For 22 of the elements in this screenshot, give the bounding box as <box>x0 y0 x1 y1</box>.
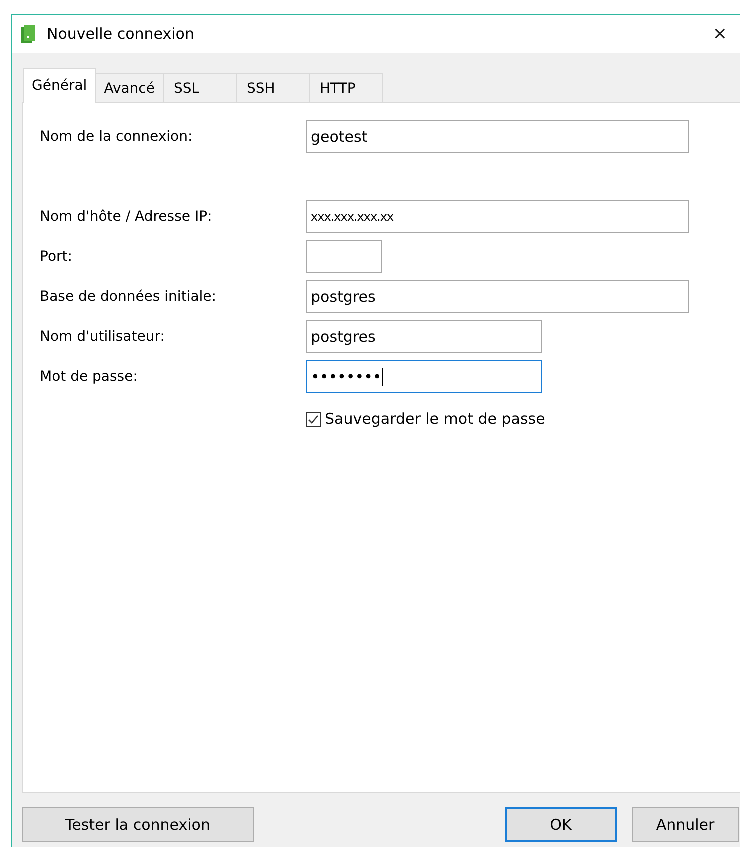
input-field[interactable] <box>306 240 382 273</box>
input-field[interactable]: geotest <box>306 120 689 153</box>
input-field[interactable]: postgres <box>306 280 689 313</box>
field-label: Port: <box>40 248 74 264</box>
input-field[interactable]: xxx.xxx.xxx.xx <box>306 200 689 233</box>
ok-button[interactable]: OK <box>505 807 617 842</box>
database-icon <box>21 25 35 43</box>
window-title: Nouvelle connexion <box>47 25 196 43</box>
tab[interactable]: HTTP <box>309 73 383 103</box>
field-label: Nom d'utilisateur: <box>40 328 166 344</box>
input-field[interactable]: postgres <box>306 320 542 353</box>
cancel-button[interactable]: Annuler <box>632 807 739 842</box>
test-connection-button[interactable]: Tester la connexion <box>22 807 254 842</box>
tab[interactable]: Général <box>23 68 96 103</box>
checkbox[interactable] <box>306 412 321 426</box>
field-label: Nom d'hôte / Adresse IP: <box>40 208 214 224</box>
close-button[interactable]: ✕ <box>703 24 737 44</box>
field-label: Base de données initiale: <box>40 288 218 304</box>
field-label: Mot de passe: <box>40 368 139 384</box>
checkbox-label[interactable]: Sauvegarder le mot de passe <box>325 410 546 428</box>
field-label: Nom de la connexion: <box>40 128 194 144</box>
input-field[interactable]: •••••••• <box>306 360 542 393</box>
